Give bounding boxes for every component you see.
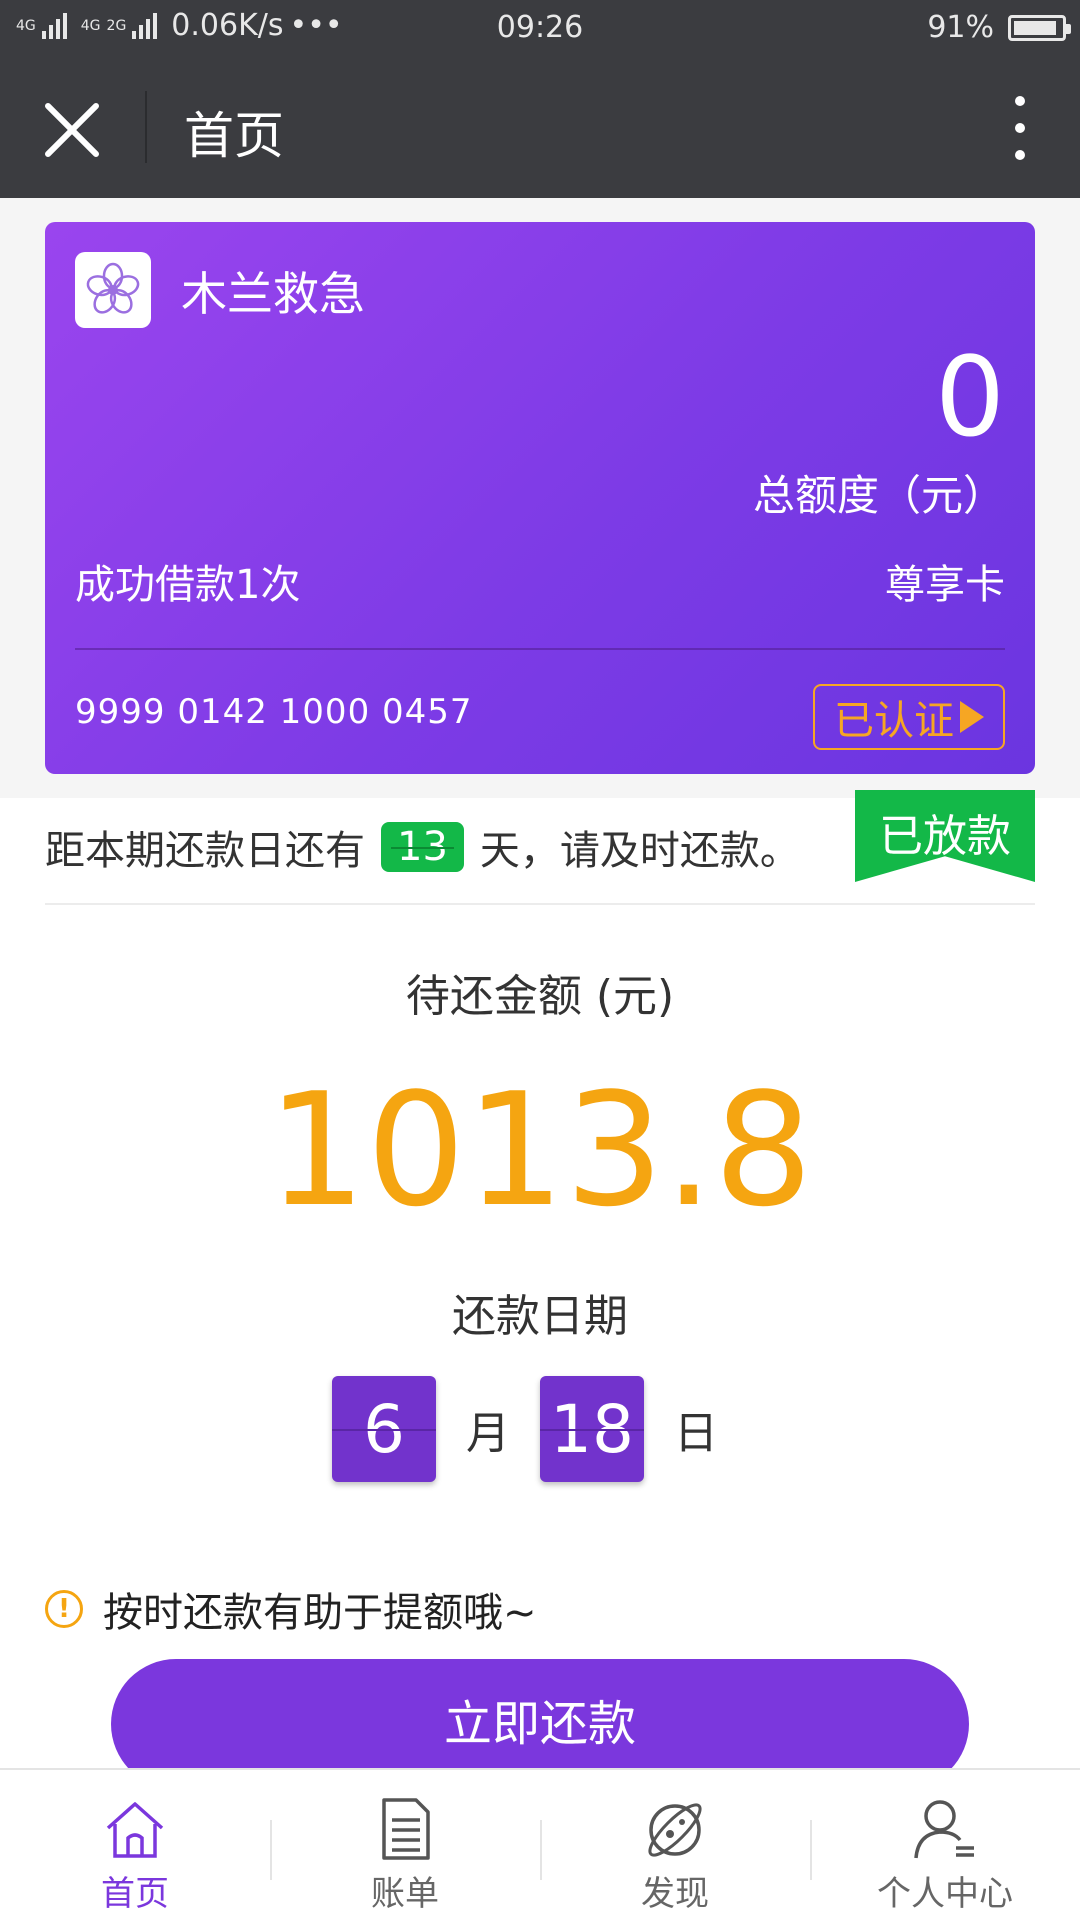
loan-count: 成功借款1次 — [75, 562, 301, 608]
verified-label: 已认证 — [834, 698, 954, 744]
battery-fill — [1014, 20, 1056, 35]
card-number: 9999 0142 1000 0457 — [75, 692, 473, 732]
credit-card[interactable]: 木兰救急 0 总额度（元） 成功借款1次 尊享卡 9999 0142 1000 … — [45, 222, 1035, 774]
page-title: 首页 — [184, 107, 284, 165]
due-day: 18 — [550, 1390, 634, 1468]
bottom-tab-bar: 首页 账单 发现 个人中心 — [0, 1768, 1080, 1920]
flower-logo-icon — [86, 262, 140, 314]
more-dot — [1015, 150, 1025, 160]
battery-percent: 91% — [927, 10, 994, 45]
tab-label: 发现 — [641, 1874, 709, 1914]
verified-button[interactable]: 已认证 — [813, 684, 1005, 750]
due-month-box: 6 — [332, 1376, 436, 1482]
credit-limit-amount: 0 — [935, 333, 1005, 461]
tab-label: 账单 — [371, 1874, 439, 1914]
credit-limit-label: 总额度（元） — [752, 471, 1005, 520]
tip-text: 按时还款有助于提额哦~ — [103, 1590, 537, 1636]
discover-icon — [648, 1803, 702, 1857]
tab-label: 首页 — [101, 1874, 169, 1914]
due-date-label: 还款日期 — [452, 1291, 628, 1342]
card-brand-name: 木兰救急 — [181, 267, 365, 321]
repayment-tip: ! 按时还款有助于提额哦~ — [45, 1580, 537, 1638]
status-right: 91% — [927, 10, 1071, 45]
close-icon — [45, 103, 99, 157]
brand-logo — [75, 252, 151, 328]
home-icon — [106, 1802, 164, 1858]
month-unit: 月 — [466, 1408, 510, 1459]
more-dot — [1015, 123, 1025, 133]
play-arrow-icon — [960, 701, 984, 733]
countdown-prefix: 距本期还款日还有 — [45, 828, 365, 874]
due-month: 6 — [363, 1390, 405, 1468]
bill-icon — [382, 1798, 430, 1860]
day-unit: 日 — [674, 1408, 718, 1459]
title-bar: 首页 — [0, 56, 1080, 198]
tab-discover[interactable]: 发现 — [540, 1770, 810, 1920]
pending-amount-label: 待还金额 (元) — [405, 971, 675, 1022]
status-time: 09:26 — [496, 10, 584, 45]
user-center-icon — [914, 1800, 974, 1859]
status-bar: 4G 4G 2G 0.06K/s ••• 09:26 91% — [0, 0, 1080, 56]
tab-label: 个人中心 — [877, 1874, 1013, 1914]
title-divider — [145, 91, 147, 163]
days-remaining-badge: 13 — [381, 822, 464, 872]
close-button[interactable] — [40, 98, 104, 162]
repayment-countdown: 距本期还款日还有 13 天，请及时还款。 — [45, 818, 800, 876]
countdown-suffix: 天，请及时还款。 — [479, 828, 800, 874]
tab-home[interactable]: 首页 — [0, 1770, 270, 1920]
more-menu-button[interactable] — [1008, 96, 1032, 160]
card-divider — [75, 648, 1005, 650]
battery-icon — [1008, 14, 1071, 41]
due-day-box: 18 — [540, 1376, 644, 1482]
card-type: 尊享卡 — [885, 562, 1005, 608]
tab-bill[interactable]: 账单 — [270, 1770, 540, 1920]
pending-amount: 1013.8 — [267, 1059, 813, 1241]
section-divider — [45, 903, 1035, 905]
loan-issued-ribbon: 已放款 — [855, 790, 1035, 882]
more-dot — [1015, 96, 1025, 106]
warning-icon: ! — [45, 1590, 83, 1628]
due-date: 6 月 18 日 — [0, 1376, 1080, 1482]
tab-user-center[interactable]: 个人中心 — [810, 1770, 1080, 1920]
